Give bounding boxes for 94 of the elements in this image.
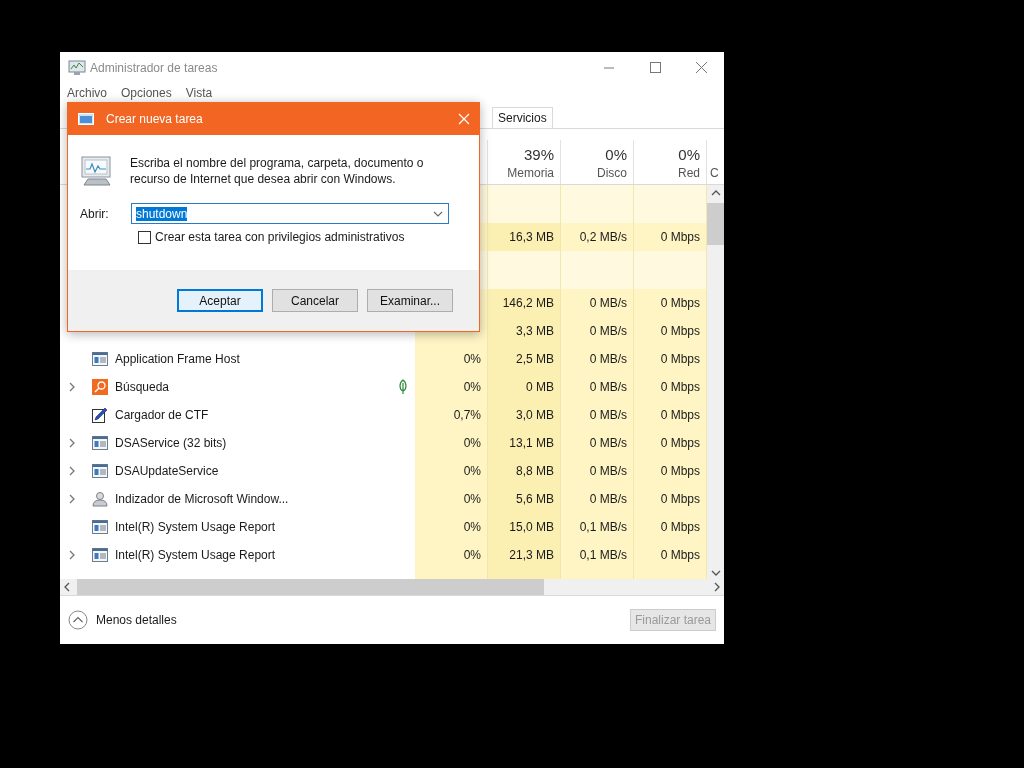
collapse-icon[interactable] xyxy=(68,610,88,630)
menu-item[interactable]: Archivo xyxy=(67,86,107,100)
vertical-scrollbar[interactable] xyxy=(707,185,724,579)
search-icon xyxy=(92,379,108,395)
table-cell: 0 MB/s xyxy=(561,429,634,457)
column-header[interactable]: Disco xyxy=(597,166,627,180)
table-cell: 0 MB/s xyxy=(561,317,634,345)
table-cell: 0 Mbps xyxy=(634,317,707,345)
dialog-button[interactable]: Examinar... xyxy=(367,289,453,312)
column-header[interactable]: C xyxy=(710,166,719,180)
table-cell: 0 Mbps xyxy=(634,485,707,513)
process-name[interactable]: Application Frame Host xyxy=(115,352,240,366)
column-percent: 0% xyxy=(678,146,700,163)
expand-chevron-icon[interactable] xyxy=(68,466,76,476)
process-name[interactable]: DSAUpdateService xyxy=(115,464,219,478)
checkbox-label[interactable]: Crear esta tarea con privilegios administrativos xyxy=(155,230,405,244)
window-icon xyxy=(92,464,108,478)
window-icon xyxy=(92,520,108,534)
table-cell: 0 MB xyxy=(488,373,561,401)
open-combobox[interactable]: shutdown xyxy=(131,203,449,224)
window-icon xyxy=(92,548,108,562)
process-name[interactable]: DSAService (32 bits) xyxy=(115,436,227,450)
table-cell: 0 MB/s xyxy=(561,485,634,513)
table-cell: 0 MB/s xyxy=(561,457,634,485)
table-cell: 0,2 MB/s xyxy=(561,223,634,251)
table-cell: 0% xyxy=(415,429,488,457)
table-cell: 0 Mbps xyxy=(634,401,707,429)
column-header[interactable]: Red xyxy=(678,166,700,180)
dialog-button[interactable]: Cancelar xyxy=(272,289,358,312)
open-label: Abrir: xyxy=(80,206,110,221)
table-cell: 2,5 MB xyxy=(488,345,561,373)
dropdown-chevron-icon[interactable] xyxy=(433,210,443,217)
menu-item[interactable]: Opciones xyxy=(121,86,172,100)
menu-item[interactable]: Vista xyxy=(185,86,213,100)
table-cell: 0,1 MB/s xyxy=(561,513,634,541)
table-cell: 5,6 MB xyxy=(488,485,561,513)
expand-chevron-icon[interactable] xyxy=(68,550,76,560)
column-percent: 39% xyxy=(523,146,554,163)
table-cell: 0,7% xyxy=(415,401,488,429)
table-cell: 0,1 MB/s xyxy=(561,541,634,569)
table-cell: 0 Mbps xyxy=(634,373,707,401)
table-cell: 0 Mbps xyxy=(634,541,707,569)
monitor-icon xyxy=(80,155,114,187)
table-cell: 0 Mbps xyxy=(634,289,707,317)
table-cell: 8,8 MB xyxy=(488,457,561,485)
horizontal-scrollbar[interactable] xyxy=(60,579,724,596)
user-icon xyxy=(92,491,108,507)
window-icon xyxy=(92,436,108,450)
monitor-icon xyxy=(68,60,86,76)
table-cell: 0% xyxy=(415,513,488,541)
table-cell: 3,3 MB xyxy=(488,317,561,345)
close-button[interactable] xyxy=(457,112,471,126)
table-cell: 0 Mbps xyxy=(634,345,707,373)
table-cell: 15,0 MB xyxy=(488,513,561,541)
dialog-button[interactable]: Aceptar xyxy=(177,289,263,312)
table-cell: 0 MB/s xyxy=(561,289,634,317)
table-cell: 16,3 MB xyxy=(488,223,561,251)
process-name[interactable]: Intel(R) System Usage Report xyxy=(115,548,276,562)
scroll-thumb[interactable] xyxy=(707,203,724,245)
process-name[interactable]: Búsqueda xyxy=(115,380,170,394)
table-cell: 0% xyxy=(415,485,488,513)
table-cell: 146,2 MB xyxy=(488,289,561,317)
window-icon xyxy=(78,113,94,125)
dialog-title: Crear nueva tarea xyxy=(106,112,203,126)
table-cell: 0 Mbps xyxy=(634,223,707,251)
process-name[interactable]: Indizador de Microsoft Window... xyxy=(115,492,289,506)
process-name[interactable]: Intel(R) System Usage Report xyxy=(115,520,276,534)
column-percent: 0% xyxy=(605,146,627,163)
window-icon xyxy=(92,352,108,366)
table-cell: 0% xyxy=(415,541,488,569)
tab[interactable]: Servicios xyxy=(492,107,553,128)
expand-chevron-icon[interactable] xyxy=(68,382,76,392)
table-cell: 0% xyxy=(415,373,488,401)
table-cell: 13,1 MB xyxy=(488,429,561,457)
table-cell: 0 MB/s xyxy=(561,345,634,373)
fewer-details-link[interactable]: Menos detalles xyxy=(96,613,177,627)
table-cell: 0% xyxy=(415,457,488,485)
table-cell: 21,3 MB xyxy=(488,541,561,569)
expand-chevron-icon[interactable] xyxy=(68,494,76,504)
table-cell: 0% xyxy=(415,345,488,373)
column-header[interactable]: Memoria xyxy=(507,166,554,180)
scroll-thumb[interactable] xyxy=(77,579,544,595)
dialog-message: Escriba el nombre del programa, carpeta, documento o recurso de Internet que desea abrir con Windows. xyxy=(130,155,425,187)
table-cell: 0 MB/s xyxy=(561,401,634,429)
pen-icon xyxy=(92,407,108,423)
expand-chevron-icon[interactable] xyxy=(68,438,76,448)
window-title: Administrador de tareas xyxy=(90,61,218,75)
table-cell: 0 Mbps xyxy=(634,457,707,485)
table-cell: 0 Mbps xyxy=(634,513,707,541)
table-cell: 0 Mbps xyxy=(634,429,707,457)
table-cell: 0 MB/s xyxy=(561,373,634,401)
process-name[interactable]: Cargador de CTF xyxy=(115,408,209,422)
table-cell: 3,0 MB xyxy=(488,401,561,429)
admin-checkbox[interactable] xyxy=(138,230,151,244)
